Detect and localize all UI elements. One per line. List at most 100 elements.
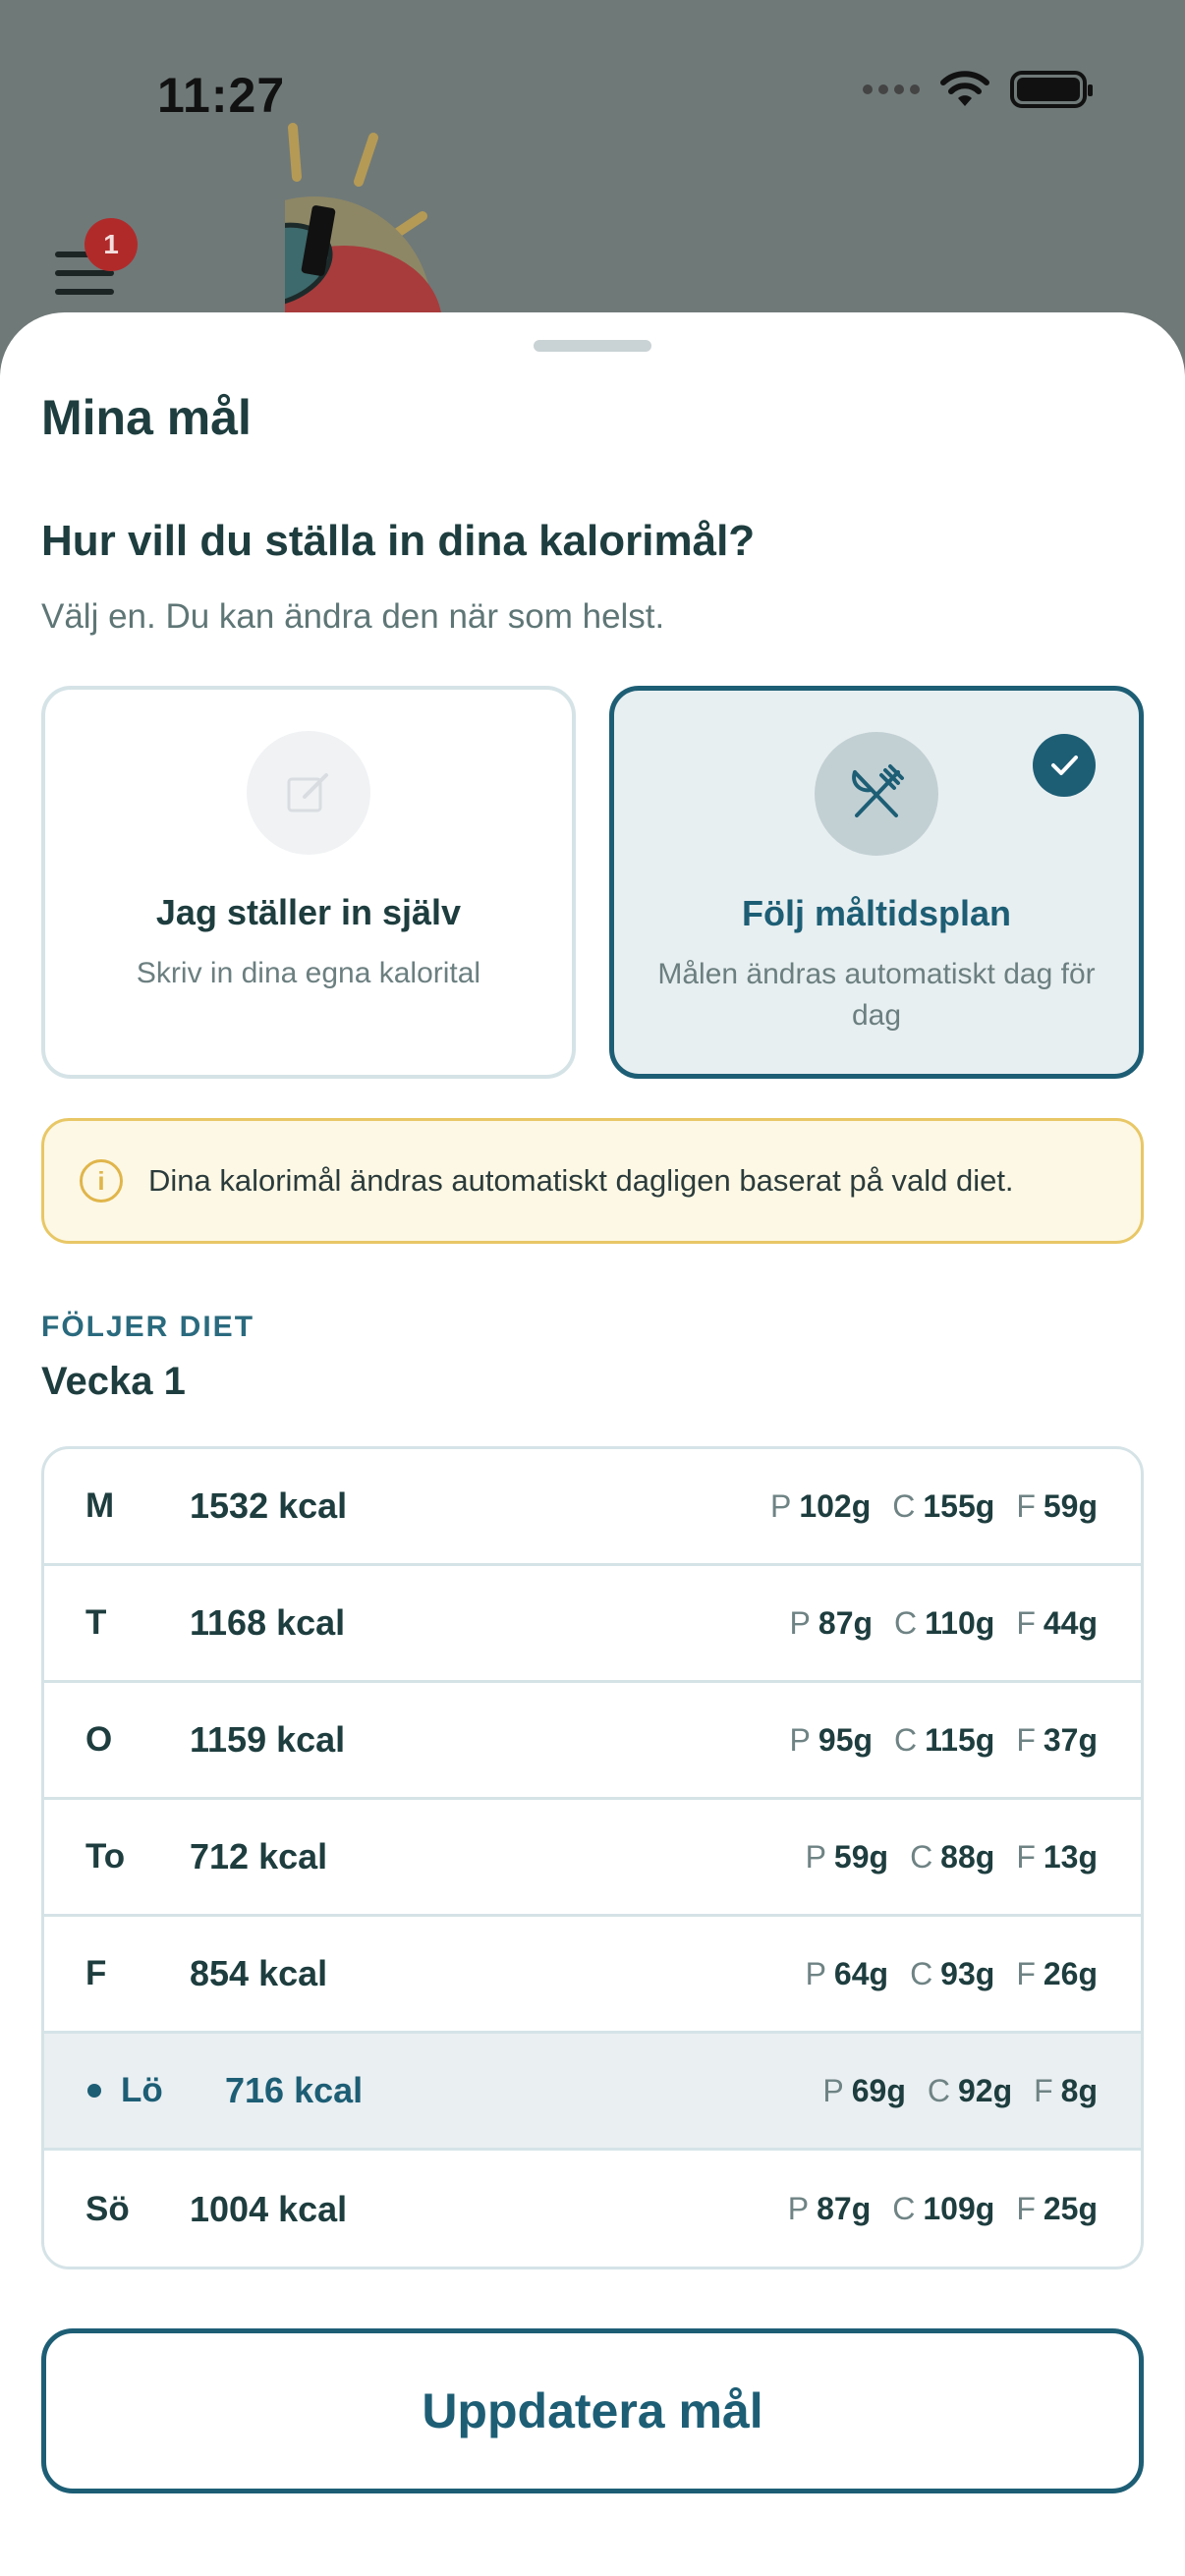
day-name: To [85, 1837, 126, 1876]
day-name: T [85, 1603, 107, 1642]
macro-value: 69g [851, 2072, 906, 2108]
macro-value: 13g [1043, 1838, 1098, 1875]
macro-value: 64g [833, 1955, 889, 1991]
day-row: Sö 1004 kcal P 87g C 109g F 25g [44, 2151, 1141, 2267]
macro-value: 87g [818, 1604, 874, 1641]
macro-label: C [894, 1604, 918, 1641]
today-indicator-dot [87, 2084, 101, 2098]
update-goals-button[interactable]: Uppdatera mål [41, 2328, 1144, 2493]
option-manual-title: Jag ställer in själv [155, 892, 462, 932]
macro-f: F 37g [1016, 1722, 1098, 1759]
macro-label: F [1016, 1604, 1036, 1641]
day-kcal: 854 kcal [190, 1953, 328, 1993]
macro-value: 88g [940, 1838, 995, 1875]
option-meal-plan-description: Målen ändras automatiskt dag för dag [657, 958, 1096, 1032]
macro-c: C 88g [910, 1839, 994, 1876]
day-row: M 1532 kcal P 102g C 155g F 59g [44, 1449, 1141, 1566]
macro-value: 155g [923, 1487, 995, 1524]
day-kcal: 1168 kcal [190, 1602, 346, 1643]
macro-label: C [894, 1721, 918, 1758]
day-row: To 712 kcal P 59g C 88g F 13g [44, 1800, 1141, 1917]
macro-c: C 115g [894, 1722, 994, 1759]
macro-value: 93g [940, 1955, 995, 1991]
macro-label: P [805, 1955, 826, 1991]
option-meal-plan-title: Följ måltidsplan [741, 893, 1012, 933]
macro-c: C 109g [892, 2191, 994, 2227]
calorie-goal-question: Hur vill du ställa in dina kalorimål? [41, 517, 756, 565]
day-kcal: 716 kcal [225, 2070, 364, 2110]
macro-p: P 59g [806, 1839, 888, 1876]
info-icon: i [80, 1159, 123, 1203]
macro-value: 25g [1043, 2191, 1098, 2226]
macro-label: F [1016, 2191, 1036, 2226]
macro-value: 37g [1043, 1721, 1098, 1758]
macro-label: F [1016, 1721, 1036, 1758]
macro-label: F [1016, 1487, 1036, 1524]
goals-sheet: Mina mål Hur vill du ställa in dina kalo… [0, 312, 1185, 2576]
macros: P 59g C 88g F 13g [806, 1839, 1098, 1876]
macro-f: F 8g [1034, 2073, 1098, 2109]
fork-knife-icon [815, 732, 938, 856]
macro-p: P 64g [806, 1956, 888, 1992]
macro-f: F 26g [1016, 1956, 1098, 1992]
day-name: M [85, 1486, 115, 1525]
day-row: T 1168 kcal P 87g C 110g F 44g [44, 1566, 1141, 1683]
macros: P 87g C 109g F 25g [788, 2191, 1098, 2227]
sheet-grabber[interactable] [534, 340, 651, 352]
diet-week: Vecka 1 [41, 1360, 186, 1403]
diet-label: FÖLJER DIET [41, 1311, 255, 1343]
macro-label: P [769, 1487, 792, 1524]
day-name: O [85, 1720, 113, 1759]
macro-c: C 93g [910, 1956, 994, 1992]
day-row: F 854 kcal P 64g C 93g F 26g [44, 1917, 1141, 2034]
day-row: O 1159 kcal P 95g C 115g F 37g [44, 1683, 1141, 1800]
macro-c: C 155g [892, 1488, 994, 1525]
macro-p: P 102g [770, 1488, 871, 1525]
macro-label: F [1034, 2072, 1053, 2108]
macro-value: 59g [1043, 1487, 1098, 1524]
option-manual[interactable]: Jag ställer in själv Skriv in dina egna … [41, 686, 576, 1079]
info-text: Dina kalorimål ändras automatiskt daglig… [148, 1163, 1014, 1198]
day-name: Lö [121, 2071, 163, 2109]
day-kcal: 1532 kcal [190, 1485, 348, 1526]
macro-value: 109g [923, 2191, 995, 2226]
macro-p: P 87g [788, 2191, 871, 2227]
macro-label: C [910, 1838, 933, 1875]
macro-p: P 69g [822, 2073, 905, 2109]
wifi-icon [940, 71, 989, 106]
macro-label: C [892, 1487, 916, 1524]
info-banner: i Dina kalorimål ändras automatiskt dagl… [41, 1118, 1144, 1244]
macro-p: P 95g [790, 1722, 873, 1759]
macro-f: F 13g [1016, 1839, 1098, 1876]
macro-value: 95g [818, 1721, 874, 1758]
macro-value: 8g [1060, 2072, 1098, 2108]
notification-badge: 1 [85, 218, 138, 271]
macro-label: P [822, 2072, 844, 2108]
status-icons [863, 71, 1093, 108]
question-subtitle: Välj en. Du kan ändra den när som helst. [41, 597, 665, 636]
macro-value: 92g [957, 2072, 1013, 2108]
week-table: M 1532 kcal P 102g C 155g F 59g T 1168 kcal P 87g C 1… [41, 1446, 1144, 2269]
macro-label: F [1016, 1955, 1036, 1991]
macro-value: 110g [925, 1604, 995, 1641]
background-app: 11:27 1 [0, 0, 1185, 354]
macro-label: C [892, 2191, 916, 2226]
status-time: 11:27 [157, 68, 286, 123]
macro-value: 26g [1043, 1955, 1098, 1991]
macro-value: 102g [799, 1487, 872, 1524]
option-manual-description: Skriv in dina egna kalorital [136, 957, 481, 989]
day-row: Lö 716 kcal P 69g C 92g F 8g [44, 2034, 1141, 2151]
macro-value: 59g [833, 1838, 889, 1875]
macro-label: P [789, 1604, 811, 1641]
selected-check-icon [1033, 734, 1096, 797]
macro-f: F 44g [1016, 1605, 1098, 1642]
option-meal-plan[interactable]: Följ måltidsplan Målen ändras automatisk… [609, 686, 1144, 1079]
day-name: F [85, 1954, 107, 1992]
macros: P 69g C 92g F 8g [822, 2073, 1098, 2109]
macro-c: C 92g [928, 2073, 1012, 2109]
macro-p: P 87g [790, 1605, 873, 1642]
macro-label: F [1016, 1838, 1036, 1875]
day-name: Sö [85, 2189, 130, 2228]
day-kcal: 1004 kcal [190, 2188, 348, 2229]
macro-label: P [805, 1838, 826, 1875]
